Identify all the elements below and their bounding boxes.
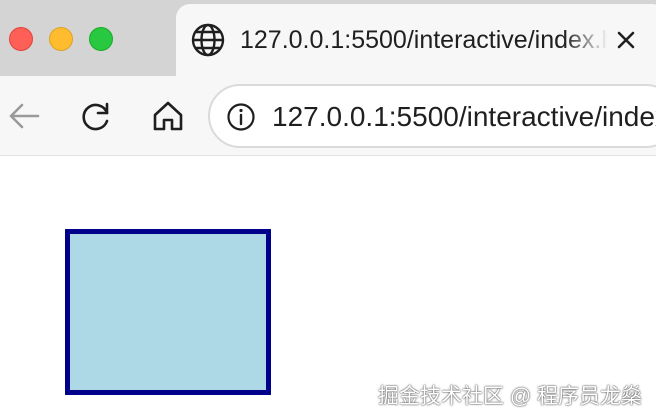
tab-strip: 127.0.0.1:5500/interactive/index.html: [0, 0, 656, 76]
back-arrow-icon[interactable]: [4, 96, 44, 136]
globe-icon: [191, 23, 225, 57]
browser-window: 127.0.0.1:5500/interactive/index.html 12…: [0, 0, 656, 420]
reload-icon[interactable]: [76, 96, 116, 136]
tab-title: 127.0.0.1:5500/interactive/index.html: [240, 26, 608, 54]
address-bar[interactable]: 127.0.0.1:5500/interactive/index.html: [208, 84, 656, 148]
browser-toolbar: 127.0.0.1:5500/interactive/index.html: [0, 76, 656, 156]
minimize-window-button[interactable]: [49, 27, 73, 51]
active-tab[interactable]: 127.0.0.1:5500/interactive/index.html: [176, 4, 656, 76]
zoom-window-button[interactable]: [89, 27, 113, 51]
page-viewport: 掘金技术社区 @ 程序员龙燊: [0, 157, 656, 420]
close-window-button[interactable]: [9, 27, 33, 51]
home-icon[interactable]: [148, 96, 188, 136]
watermark: 掘金技术社区 @ 程序员龙燊: [378, 385, 642, 408]
blue-rectangle[interactable]: [65, 229, 271, 395]
address-url[interactable]: 127.0.0.1:5500/interactive/index.html: [272, 99, 656, 135]
close-icon[interactable]: [612, 26, 640, 54]
info-icon[interactable]: [226, 102, 256, 132]
